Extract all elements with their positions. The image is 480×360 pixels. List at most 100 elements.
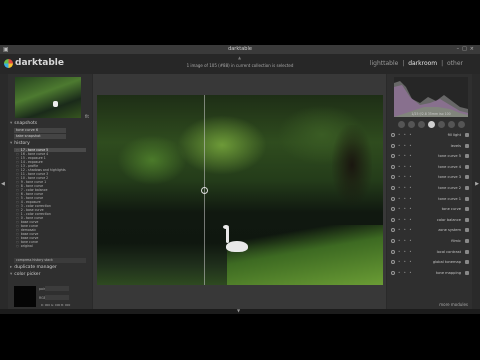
module-name: zone system [438,228,461,233]
module-icon [465,133,469,137]
group-active-icon[interactable] [398,121,405,128]
view-lighttable[interactable]: lighttable [370,60,399,67]
group-effect-icon[interactable] [458,121,465,128]
center-image-area[interactable] [93,74,386,309]
take-snapshot-button[interactable]: take snapshot [14,134,66,139]
power-icon[interactable] [391,239,395,243]
module-presets-icon[interactable]: • • • [398,185,413,190]
module-icon [465,228,469,233]
power-icon[interactable] [391,143,395,148]
module-row[interactable]: • • • tone curve 1 [391,196,469,204]
module-row[interactable]: • • • fill light [391,132,469,140]
module-presets-icon[interactable]: • • • [398,132,413,137]
power-icon[interactable] [391,260,395,265]
navigation-thumbnail[interactable] [15,77,81,118]
color-picker-header[interactable]: ▾ color picker [10,272,90,277]
module-icon [465,249,469,254]
split-rotate-handle[interactable] [201,187,208,194]
module-name: tone curve 4 [438,164,461,169]
power-icon[interactable] [391,196,395,201]
power-icon[interactable] [391,228,395,233]
group-favorites-icon[interactable] [408,121,415,128]
module-presets-icon[interactable]: • • • [398,270,413,275]
collapse-right-icon[interactable]: ▶ [475,181,479,187]
history-item[interactable]: ○ original [14,244,86,248]
module-presets-icon[interactable]: • • • [398,143,413,148]
view-separator: | [402,60,405,67]
module-presets-icon[interactable]: • • • [398,153,413,158]
module-state-icon: ○ [16,244,19,248]
module-row[interactable]: • • • filmic [391,238,469,246]
module-presets-icon[interactable]: • • • [398,217,413,222]
module-icon [465,207,469,212]
module-presets-icon[interactable]: • • • [398,227,413,232]
module-name: levels [450,143,461,148]
view-other[interactable]: other [447,60,463,67]
module-row[interactable]: • • • zone system [391,227,469,235]
right-panel: 1/25 f/2.8 35mm iso 100 • • • fill light •… [387,74,472,309]
module-presets-icon[interactable]: • • • [398,164,413,169]
module-groups [396,120,466,129]
module-presets-icon[interactable]: • • • [398,259,413,264]
collapse-top-icon[interactable]: ▲ [238,55,241,60]
module-row[interactable]: • • • tone mapping [391,270,469,278]
power-icon[interactable] [391,186,395,190]
module-presets-icon[interactable]: • • • [398,238,413,243]
group-base-icon[interactable] [418,121,425,128]
window-controls[interactable]: –□× [457,46,477,52]
history-header[interactable]: ▾ history [10,141,90,146]
group-tone-icon[interactable] [428,121,435,128]
collapse-left-icon[interactable]: ◀ [1,181,5,187]
view-darkroom[interactable]: darkroom [408,60,437,67]
power-icon[interactable] [391,270,395,275]
power-icon[interactable] [391,154,395,159]
power-icon[interactable] [391,249,395,254]
module-row[interactable]: • • • local contrast [391,249,469,257]
zoom-level[interactable]: fit [85,114,89,119]
module-presets-icon[interactable]: • • • [398,196,413,201]
header-bar: ▲ darktable 1 image of 105 (#88) in curr… [0,54,480,74]
picker-model-select[interactable] [45,295,69,300]
module-name: fill light [447,133,461,137]
group-color-icon[interactable] [438,121,445,128]
power-icon[interactable] [391,175,395,180]
snapshot-item[interactable]: tone curve 6 [14,128,66,133]
power-icon[interactable] [391,133,395,137]
module-name: tone mapping [435,270,461,275]
view-switcher: lighttable | darkroom | other [369,60,464,67]
power-icon[interactable] [391,217,395,222]
history-item-label: original [20,244,33,248]
module-row[interactable]: • • • tone curve 3 [391,174,469,182]
module-presets-icon[interactable]: • • • [398,174,413,179]
module-row[interactable]: • • • levels [391,143,469,151]
group-correct-icon[interactable] [448,121,455,128]
module-row[interactable]: • • • tone curve 5 [391,153,469,161]
module-icon [465,186,469,190]
histogram[interactable]: 1/25 f/2.8 35mm iso 100 [394,77,468,117]
module-row[interactable]: • • • tone curve 2 [391,185,469,193]
histogram-graph [394,81,468,117]
footer-bar: ▼ [0,308,480,314]
module-name: filmic [451,239,461,243]
module-name: tone curve [441,207,461,212]
module-row[interactable]: • • • color balance [391,217,469,225]
module-icon [465,239,469,243]
left-panel: fit ▾ snapshots tone curve 6 take snapsho… [8,74,92,314]
power-icon[interactable] [391,207,395,212]
duplicate-manager-header[interactable]: ▸ duplicate manager [10,265,90,270]
module-row[interactable]: • • • tone curve [391,206,469,214]
snapshots-header[interactable]: ▾ snapshots [10,121,90,126]
power-icon[interactable] [391,164,395,169]
collapse-bottom-icon[interactable]: ▼ [237,308,240,313]
picker-values: R: 000 G: 000 B: 000 [41,303,71,307]
compress-history-button[interactable]: compress history stack [14,258,86,263]
photo-preview[interactable] [97,95,383,285]
module-row[interactable]: • • • global tonemap [391,259,469,267]
module-row[interactable]: • • • tone curve 4 [391,164,469,172]
picked-color-swatch [14,286,36,307]
module-presets-icon[interactable]: • • • [398,249,413,254]
module-presets-icon[interactable]: • • • [398,206,413,211]
picker-mode-select[interactable] [45,286,69,291]
module-name: local contrast [436,249,461,254]
more-modules-button[interactable]: more modules [439,302,468,307]
